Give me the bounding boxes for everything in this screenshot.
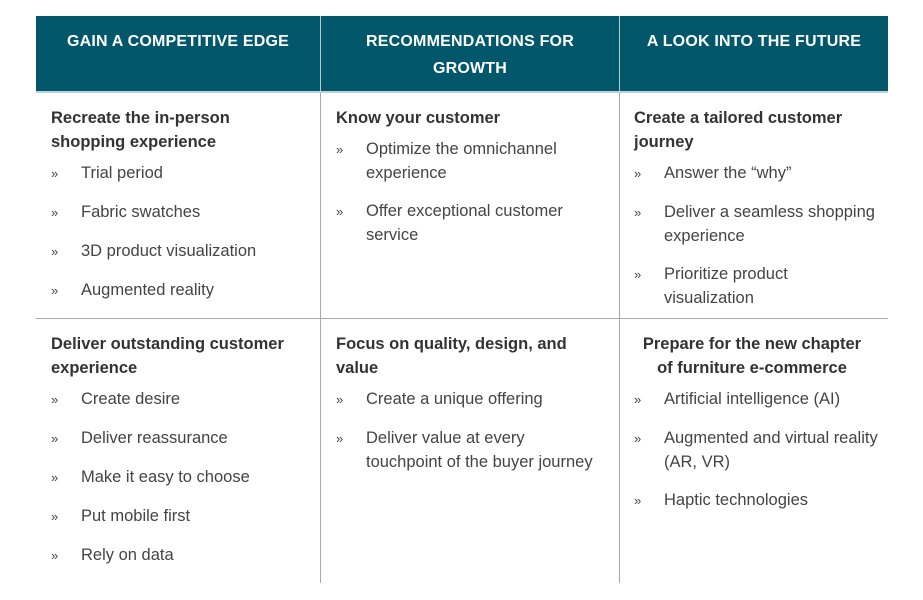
list-item: » Haptic technologies (634, 488, 878, 513)
chevron-bullet-icon: » (51, 470, 59, 485)
cell-title: Focus on quality, design, and value (336, 335, 567, 377)
strategy-table: GAIN A COMPETITIVE EDGE RECOMMENDATIONS … (36, 16, 888, 583)
chevron-bullet-icon: » (51, 509, 59, 524)
list-item: » Artificial intelligence (AI) (634, 387, 878, 412)
chevron-bullet-icon: » (336, 204, 344, 219)
chevron-bullet-icon: » (51, 392, 59, 407)
chevron-bullet-icon: » (51, 166, 59, 181)
cell-title: Create a tailored customer journey (634, 109, 843, 151)
chevron-bullet-icon: » (336, 392, 344, 407)
list-item: » Trial period (51, 161, 306, 186)
list-item: » Offer exceptional customer service (336, 199, 605, 247)
list-item: » Fabric swatches (51, 200, 306, 225)
column-header-recommendations: RECOMMENDATIONS FOR GROWTH (320, 16, 619, 93)
bullet-list: » Trial period » Fabric swatches » 3D produ… (51, 161, 306, 303)
bullet-list: » Artificial intelligence (AI) » Augmented… (634, 387, 878, 513)
list-item: » Put mobile first (51, 504, 306, 529)
table-cell: Know your customer » Optimize the omnicha… (320, 93, 619, 319)
cell-title: Know your customer (336, 109, 501, 127)
list-item: » Rely on data (51, 543, 306, 568)
cell-title: Deliver outstanding customer experience (51, 335, 284, 377)
table-cell: Recreate the in-person shopping experien… (36, 93, 320, 319)
table-cell: Focus on quality, design, and value » Cre… (320, 319, 619, 583)
table-cell: Prepare for the new chapter of furniture… (619, 319, 888, 583)
chevron-bullet-icon: » (336, 431, 344, 446)
chevron-bullet-icon: » (51, 205, 59, 220)
list-item: » Augmented and virtual reality (AR, VR) (634, 426, 878, 474)
list-item: » Create desire (51, 387, 306, 412)
chevron-bullet-icon: » (51, 283, 59, 298)
chevron-bullet-icon: » (634, 431, 642, 446)
table-cell: Deliver outstanding customer experience … (36, 319, 320, 583)
chevron-bullet-icon: » (634, 392, 642, 407)
chevron-bullet-icon: » (51, 548, 59, 563)
bullet-list: » Answer the “why” » Deliver a seamless sh… (634, 161, 878, 310)
chevron-bullet-icon: » (634, 205, 642, 220)
cell-title: Recreate the in-person shopping experien… (51, 109, 230, 151)
bullet-list: » Create desire » Deliver reassurance » Mak… (51, 387, 306, 568)
column-header-future: A LOOK INTO THE FUTURE (619, 16, 888, 93)
list-item: » Deliver a seamless shopping experience (634, 200, 878, 248)
chevron-bullet-icon: » (634, 493, 642, 508)
list-item: » Augmented reality (51, 278, 306, 303)
chevron-bullet-icon: » (51, 431, 59, 446)
bullet-list: » Create a unique offering » Deliver value… (336, 387, 605, 474)
list-item: » Answer the “why” (634, 161, 878, 186)
list-item: » Optimize the omnichannel experience (336, 137, 605, 185)
list-item: » Create a unique offering (336, 387, 605, 412)
cell-title: Prepare for the new chapter of furniture… (642, 335, 862, 377)
list-item: » Deliver reassurance (51, 426, 306, 451)
chevron-bullet-icon: » (634, 166, 642, 181)
chevron-bullet-icon: » (336, 142, 344, 157)
table-cell: Create a tailored customer journey » Answ… (619, 93, 888, 319)
chevron-bullet-icon: » (51, 244, 59, 259)
list-item: » 3D product visualization (51, 239, 306, 264)
column-header-competitive-edge: GAIN A COMPETITIVE EDGE (36, 16, 320, 93)
list-item: » Prioritize product visualization (634, 262, 878, 310)
chevron-bullet-icon: » (634, 267, 642, 282)
list-item: » Make it easy to choose (51, 465, 306, 490)
bullet-list: » Optimize the omnichannel experience » Of… (336, 137, 605, 247)
list-item: » Deliver value at every touchpoint of th… (336, 426, 605, 474)
